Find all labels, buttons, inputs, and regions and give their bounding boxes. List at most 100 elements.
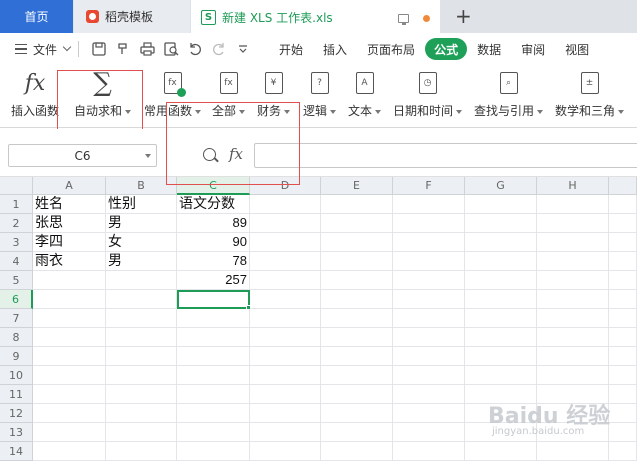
cell-f2[interactable]: [393, 214, 465, 233]
cell-c4[interactable]: 78: [177, 252, 250, 271]
cell-g8[interactable]: [465, 328, 537, 347]
name-box[interactable]: C6: [8, 144, 157, 167]
cell-e6[interactable]: [321, 290, 393, 309]
text-functions-button[interactable]: A 文本: [348, 67, 382, 123]
unsaved-dot-icon[interactable]: [423, 15, 430, 22]
new-tab-plus-icon[interactable]: +: [455, 4, 472, 28]
dropdown-arrow-icon[interactable]: [537, 109, 544, 114]
cell-e14[interactable]: [321, 442, 393, 461]
active-cell-c6[interactable]: [177, 290, 250, 309]
tab-document[interactable]: S 新建 XLS 工作表.xls: [191, 0, 440, 33]
cell-a9[interactable]: [33, 347, 106, 366]
cell-g14[interactable]: [465, 442, 537, 461]
lookup-functions-button[interactable]: ⌕ 查找与引用: [474, 67, 544, 123]
cell-d2[interactable]: [250, 214, 321, 233]
column-header-g[interactable]: G: [465, 177, 537, 195]
cell-g10[interactable]: [465, 366, 537, 385]
formula-input[interactable]: [254, 143, 637, 168]
row-header-14[interactable]: 14: [0, 442, 33, 461]
cell-f9[interactable]: [393, 347, 465, 366]
print-preview-icon[interactable]: [162, 40, 180, 58]
cell-f14[interactable]: [393, 442, 465, 461]
tab-template[interactable]: 稻壳模板: [74, 0, 190, 33]
cell-e13[interactable]: [321, 423, 393, 442]
cell-f1[interactable]: [393, 195, 465, 214]
redo-icon[interactable]: [210, 40, 228, 58]
cell-a12[interactable]: [33, 404, 106, 423]
cell-g1[interactable]: [465, 195, 537, 214]
cell-a2[interactable]: 张思: [33, 214, 106, 233]
cell-d11[interactable]: [250, 385, 321, 404]
cell-c3[interactable]: 90: [177, 233, 250, 252]
select-all-corner[interactable]: [0, 177, 33, 195]
cell-g4[interactable]: [465, 252, 537, 271]
cell-c7[interactable]: [177, 309, 250, 328]
hamburger-menu-icon[interactable]: [15, 44, 27, 54]
menu-item-review[interactable]: 审阅: [511, 38, 555, 60]
cell-d8[interactable]: [250, 328, 321, 347]
cell-h6[interactable]: [537, 290, 609, 309]
row-header-9[interactable]: 9: [0, 347, 33, 366]
row-header-3[interactable]: 3: [0, 233, 33, 252]
cell-i7[interactable]: [609, 309, 637, 328]
cell-f10[interactable]: [393, 366, 465, 385]
cell-h1[interactable]: [537, 195, 609, 214]
row-header-2[interactable]: 2: [0, 214, 33, 233]
cell-i12[interactable]: [609, 404, 637, 423]
cell-d12[interactable]: [250, 404, 321, 423]
cell-a14[interactable]: [33, 442, 106, 461]
cell-e8[interactable]: [321, 328, 393, 347]
cell-i11[interactable]: [609, 385, 637, 404]
cell-f8[interactable]: [393, 328, 465, 347]
cell-b3[interactable]: 女: [106, 233, 177, 252]
cell-a8[interactable]: [33, 328, 106, 347]
cell-h9[interactable]: [537, 347, 609, 366]
cell-i6[interactable]: [609, 290, 637, 309]
dropdown-arrow-icon[interactable]: [145, 154, 151, 158]
cell-i13[interactable]: [609, 423, 637, 442]
cell-c12[interactable]: [177, 404, 250, 423]
dropdown-arrow-icon[interactable]: [456, 109, 463, 114]
cell-a13[interactable]: [33, 423, 106, 442]
dropdown-arrow-icon[interactable]: [618, 109, 625, 114]
cell-i10[interactable]: [609, 366, 637, 385]
menu-item-insert[interactable]: 插入: [313, 38, 357, 60]
cell-a5[interactable]: [33, 271, 106, 290]
cell-e3[interactable]: [321, 233, 393, 252]
logic-functions-button[interactable]: ? 逻辑: [303, 67, 337, 123]
row-header-5[interactable]: 5: [0, 271, 33, 290]
cell-g3[interactable]: [465, 233, 537, 252]
row-header-6[interactable]: 6: [0, 290, 33, 309]
cell-d1[interactable]: [250, 195, 321, 214]
cell-f6[interactable]: [393, 290, 465, 309]
cell-e10[interactable]: [321, 366, 393, 385]
cell-c11[interactable]: [177, 385, 250, 404]
cell-d9[interactable]: [250, 347, 321, 366]
cell-c5[interactable]: 257: [177, 271, 250, 290]
cell-h2[interactable]: [537, 214, 609, 233]
cell-f4[interactable]: [393, 252, 465, 271]
cell-b2[interactable]: 男: [106, 214, 177, 233]
cell-c1[interactable]: 语文分数: [177, 195, 250, 214]
cell-g5[interactable]: [465, 271, 537, 290]
cell-d6[interactable]: [250, 290, 321, 309]
cell-e5[interactable]: [321, 271, 393, 290]
insert-function-button[interactable]: fx 插入函数: [11, 67, 59, 123]
cell-c8[interactable]: [177, 328, 250, 347]
cell-f7[interactable]: [393, 309, 465, 328]
cell-c13[interactable]: [177, 423, 250, 442]
cell-g2[interactable]: [465, 214, 537, 233]
cell-i14[interactable]: [609, 442, 637, 461]
cell-d4[interactable]: [250, 252, 321, 271]
cell-d14[interactable]: [250, 442, 321, 461]
cell-b9[interactable]: [106, 347, 177, 366]
math-functions-button[interactable]: ± 数学和三角: [555, 67, 625, 123]
cell-h10[interactable]: [537, 366, 609, 385]
cell-a4[interactable]: 雨衣: [33, 252, 106, 271]
cell-g9[interactable]: [465, 347, 537, 366]
row-header-7[interactable]: 7: [0, 309, 33, 328]
cell-g6[interactable]: [465, 290, 537, 309]
row-header-8[interactable]: 8: [0, 328, 33, 347]
cell-a7[interactable]: [33, 309, 106, 328]
dropdown-arrow-icon[interactable]: [330, 109, 337, 114]
